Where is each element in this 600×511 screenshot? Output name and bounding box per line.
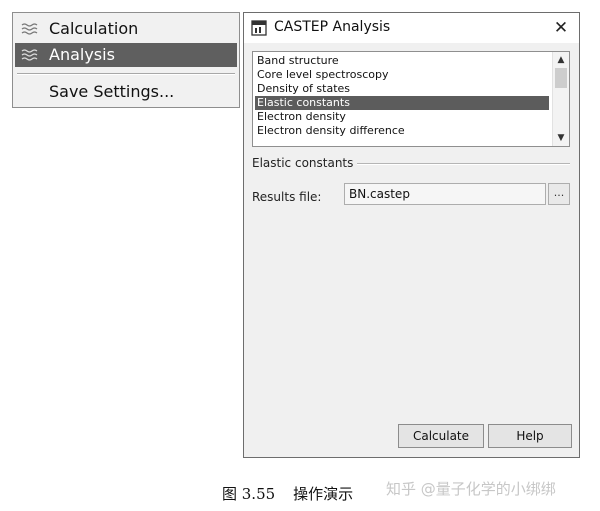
list-item-elastic-constants[interactable]: Elastic constants — [255, 96, 549, 110]
menu-item-calculation[interactable]: Calculation — [15, 17, 237, 41]
group-label-elastic-constants: Elastic constants — [252, 156, 354, 170]
wave-icon — [21, 23, 38, 35]
dialog-title: CASTEP Analysis — [274, 19, 391, 35]
list-item-band-structure[interactable]: Band structure — [255, 54, 549, 68]
group-divider — [357, 163, 570, 165]
castep-analysis-dialog: CASTEP Analysis ✕ Band structure Core le… — [243, 12, 580, 458]
calculate-button[interactable]: Calculate — [398, 424, 484, 448]
figure-caption-text: 操作演示 — [293, 485, 354, 503]
figure-number: 图 3.55 — [222, 485, 276, 503]
menu-item-save-settings[interactable]: Save Settings... — [15, 80, 237, 104]
watermark: 知乎 @量子化学的小绑绑 — [386, 480, 556, 498]
wave-icon — [21, 49, 38, 61]
scroll-down-icon[interactable]: ▼ — [553, 131, 569, 145]
list-item-density-of-states[interactable]: Density of states — [255, 82, 549, 96]
menu-item-label: Analysis — [49, 45, 115, 64]
menu-item-label: Calculation — [49, 19, 139, 38]
browse-button[interactable]: ... — [548, 183, 570, 205]
menu-item-analysis[interactable]: Analysis — [15, 43, 237, 67]
list-item-core-level-spectroscopy[interactable]: Core level spectroscopy — [255, 68, 549, 82]
results-file-field[interactable]: BN.castep — [344, 183, 546, 205]
menu-item-label: Save Settings... — [49, 82, 175, 101]
title-bar[interactable]: CASTEP Analysis ✕ — [244, 13, 579, 43]
close-icon: ✕ — [553, 18, 569, 38]
list-item-electron-density-difference[interactable]: Electron density difference — [255, 124, 549, 138]
help-button[interactable]: Help — [488, 424, 572, 448]
scroll-up-icon[interactable]: ▲ — [553, 53, 569, 67]
menu-divider — [17, 73, 235, 75]
close-button[interactable]: ✕ — [550, 17, 572, 39]
analysis-listbox[interactable]: Band structure Core level spectroscopy D… — [252, 51, 570, 147]
window-icon — [251, 20, 267, 36]
list-item-electron-density[interactable]: Electron density — [255, 110, 549, 124]
context-menu: Calculation Analysis Save Settings... — [12, 12, 240, 108]
scroll-thumb[interactable] — [555, 68, 567, 88]
results-file-label: Results file: — [252, 190, 322, 204]
listbox-scrollbar[interactable]: ▲ ▼ — [552, 52, 569, 146]
figure-caption: 图 3.55 操作演示 — [222, 483, 353, 504]
